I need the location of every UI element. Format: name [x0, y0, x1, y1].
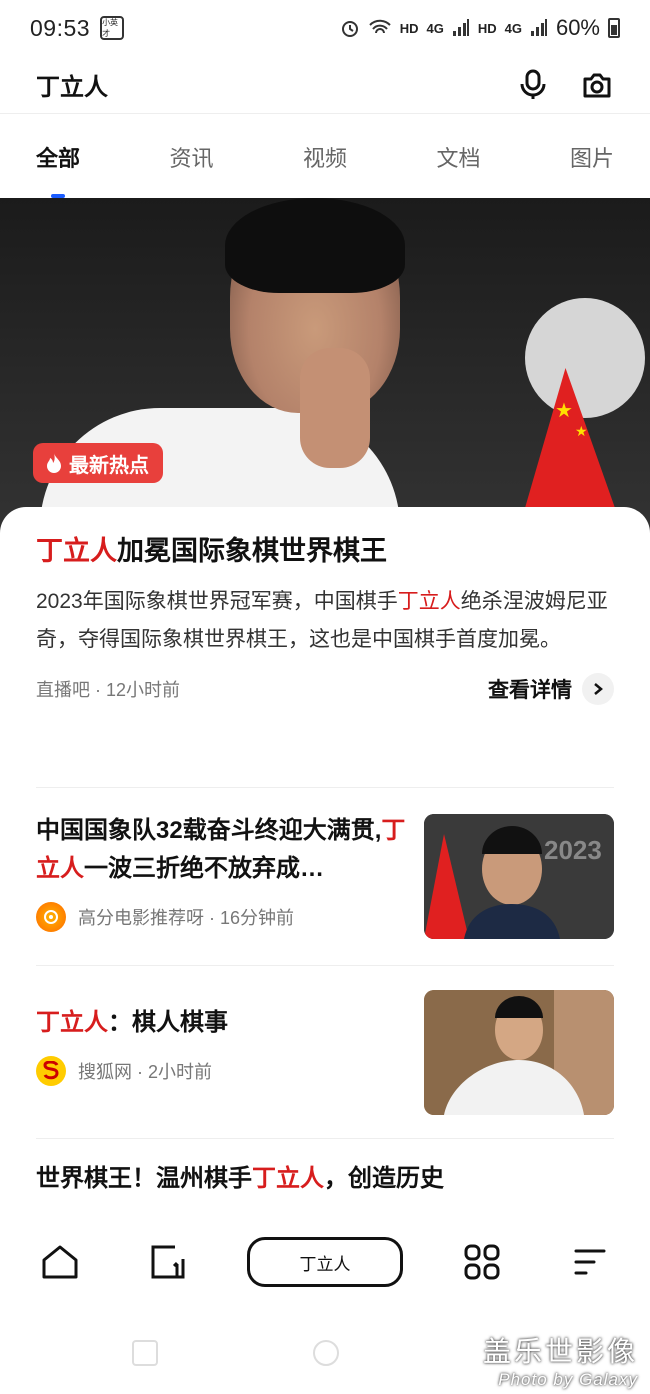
hero-image[interactable]: ★ ★ — [0, 198, 650, 538]
search-pill-button[interactable]: 丁立人 — [247, 1237, 403, 1287]
apps-grid-icon[interactable] — [452, 1232, 512, 1292]
search-pill-label: 丁立人 — [299, 1254, 351, 1274]
chess-knight-logo — [525, 298, 645, 418]
tab-video[interactable]: 视频 — [303, 116, 347, 198]
home-icon[interactable] — [30, 1232, 90, 1292]
article-title-part2: ，创造历史 — [324, 1165, 444, 1192]
hero-person-hand — [300, 348, 370, 468]
bottom-navigation: 丁立人 — [0, 1222, 650, 1302]
hot-badge: 最新热点 — [33, 443, 163, 483]
recent-apps-icon[interactable] — [132, 1340, 158, 1366]
status-time: 09:53 — [30, 14, 91, 41]
source-avatar — [36, 1056, 66, 1086]
featured-source: 直播吧 · 12小时前 — [36, 680, 181, 700]
featured-title-highlight: 丁立人 — [36, 536, 117, 566]
notification-icon: 小英才 — [100, 16, 125, 40]
list-item[interactable]: 世界棋王！温州棋手丁立人，创造历史 — [36, 1160, 614, 1210]
article-title-part2: ：棋人棋事 — [108, 1009, 228, 1036]
flag-star-icon: ★ — [575, 423, 588, 439]
tab-all[interactable]: 全部 — [36, 116, 80, 198]
featured-title-rest: 加冕国际象棋世界棋王 — [117, 536, 387, 566]
flag-star-icon: ★ — [555, 400, 573, 422]
chevron-right-icon — [582, 673, 614, 705]
article-source: 搜狐网 · 2小时前 — [78, 1062, 213, 1082]
article-title-part1: 中国国象队32载奋斗终迎大满贯, — [36, 817, 382, 844]
article-thumbnail[interactable]: 2023 — [424, 814, 614, 939]
article-title[interactable]: 中国国象队32载奋斗终迎大满贯,丁立人一波三折绝不放弃成… — [36, 812, 406, 888]
hero-person-hair — [225, 198, 405, 293]
view-details-button[interactable]: 查看详情 — [488, 673, 614, 705]
category-tabs: 全部 资讯 视频 文档 图片 — [0, 116, 650, 198]
movie-source-icon — [44, 910, 58, 924]
thumbnail-image: 2023 — [424, 814, 614, 939]
watermark-line-1: 盖乐世影像 — [482, 1335, 638, 1368]
menu-icon[interactable] — [560, 1232, 620, 1292]
list-item[interactable]: 中国国象队32载奋斗终迎大满贯,丁立人一波三折绝不放弃成… 高分电影推荐呀 · … — [36, 812, 614, 942]
tab-images[interactable]: 图片 — [570, 116, 614, 198]
article-title-highlight: 丁立人 — [36, 1009, 108, 1036]
divider — [36, 787, 614, 788]
network-label-2: 4G — [426, 20, 444, 36]
battery-percent: 60% — [555, 15, 600, 40]
featured-card[interactable]: 丁立人加冕国际象棋世界棋王 2023年国际象棋世界冠军赛，中国棋手丁立人绝杀涅波… — [0, 507, 650, 787]
featured-body-highlight: 丁立人 — [397, 590, 461, 613]
status-indicators: HD 4G HD 4G 60% — [340, 15, 620, 41]
microphone-icon[interactable] — [516, 68, 550, 102]
network-label-1: HD — [399, 20, 419, 36]
article-source: 高分电影推荐呀 · 16分钟前 — [78, 908, 295, 928]
signal-icon — [452, 19, 469, 36]
tab-news[interactable]: 资讯 — [169, 116, 213, 198]
search-header: 丁立人 — [0, 56, 650, 114]
featured-summary: 2023年国际象棋世界冠军赛，中国棋手丁立人绝杀涅波姆尼亚奇，夺得国际象棋世界棋… — [36, 583, 616, 659]
tabs-icon[interactable] — [139, 1232, 199, 1292]
article-thumbnail[interactable] — [424, 990, 614, 1115]
article-title-part2: 一波三折绝不放弃成… — [84, 855, 324, 882]
tab-docs[interactable]: 文档 — [436, 116, 480, 198]
flame-icon — [47, 453, 61, 473]
featured-body-part1: 2023年国际象棋世界冠军赛，中国棋手 — [36, 590, 398, 613]
sohu-logo-icon — [43, 1061, 59, 1080]
signal-icon-2 — [530, 19, 547, 36]
alarm-icon — [341, 21, 358, 37]
article-title[interactable]: 世界棋王！温州棋手丁立人，创造历史 — [36, 1160, 614, 1198]
search-query[interactable]: 丁立人 — [36, 67, 108, 102]
watermark-line-2: Photo by Galaxy — [498, 1370, 638, 1389]
network-label-3: HD — [477, 20, 497, 36]
battery-icon — [608, 18, 620, 38]
list-item[interactable]: 丁立人：棋人棋事 搜狐网 · 2小时前 — [36, 990, 614, 1115]
svg-text:2023: 2023 — [544, 835, 602, 865]
wifi-icon — [368, 19, 391, 34]
notification-label: 小英才 — [102, 18, 119, 38]
article-title-part1: 世界棋王！温州棋手 — [36, 1165, 252, 1192]
article-title[interactable]: 丁立人：棋人棋事 — [36, 1004, 406, 1042]
divider — [36, 965, 614, 966]
status-bar: 09:53 小英才 HD 4G HD 4G 60% — [0, 0, 650, 56]
camera-watermark: 盖乐世影像 Photo by Galaxy — [483, 1330, 638, 1390]
view-details-label: 查看详情 — [488, 679, 572, 702]
network-label-4: 4G — [504, 20, 522, 36]
camera-icon[interactable] — [580, 68, 614, 102]
source-avatar — [36, 902, 66, 932]
divider — [36, 1138, 614, 1139]
hot-badge-label: 最新热点 — [69, 454, 149, 477]
featured-title[interactable]: 丁立人加冕国际象棋世界棋王 — [36, 533, 614, 569]
thumbnail-image — [424, 990, 614, 1115]
featured-meta: 直播吧 · 12小时前 查看详情 — [36, 673, 614, 705]
home-button-icon[interactable] — [313, 1340, 339, 1366]
article-title-highlight: 丁立人 — [252, 1165, 324, 1192]
